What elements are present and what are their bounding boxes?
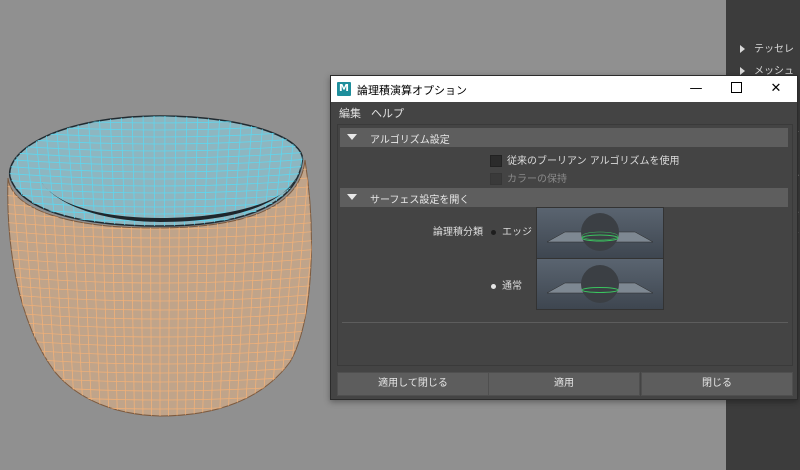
edge-preview-image[interactable] bbox=[536, 207, 664, 259]
normal-preview-image[interactable] bbox=[536, 258, 664, 310]
collapse-arrow-icon bbox=[347, 194, 357, 200]
checkbox-box[interactable] bbox=[490, 155, 502, 167]
close-button[interactable]: 閉じる bbox=[641, 372, 793, 396]
minimize-button[interactable]: — bbox=[677, 76, 715, 102]
menubar: 編集 ヘルプ bbox=[331, 102, 797, 122]
section-surface-settings[interactable]: サーフェス設定を開く bbox=[340, 188, 788, 207]
side-item-label: テッセレ bbox=[754, 44, 794, 55]
boolean-classification-label: 論理積分類 bbox=[433, 227, 483, 238]
dialog-footer: 適用して閉じる 適用 閉じる bbox=[331, 371, 797, 399]
options-content: アルゴリズム設定 従来のブーリアン アルゴリズムを使用 カラーの保持 サーフェス… bbox=[337, 124, 793, 366]
radio-normal[interactable]: 通常 bbox=[491, 277, 522, 292]
radio-dot[interactable] bbox=[491, 229, 496, 235]
radio-label: 通常 bbox=[502, 281, 522, 292]
apply-button[interactable]: 適用 bbox=[488, 372, 640, 396]
radio-edge[interactable]: エッジ bbox=[491, 223, 532, 238]
dialog-titlebar[interactable]: M 論理積演算オプション — ✕ bbox=[331, 76, 797, 102]
side-item-tessellation[interactable]: テッセレ bbox=[740, 40, 800, 58]
sphere-plane-normal-icon bbox=[546, 265, 654, 303]
sphere-plane-edge-icon bbox=[546, 213, 654, 251]
section-label: サーフェス設定を開く bbox=[370, 195, 470, 206]
section-label: アルゴリズム設定 bbox=[370, 135, 450, 146]
close-window-button[interactable]: ✕ bbox=[757, 76, 795, 102]
dialog-title: 論理積演算オプション bbox=[357, 84, 467, 97]
checkbox-label: 従来のブーリアン アルゴリズムを使用 bbox=[507, 156, 680, 167]
legacy-boolean-checkbox[interactable]: 従来のブーリアン アルゴリズムを使用 bbox=[490, 152, 680, 167]
maximize-button[interactable] bbox=[717, 76, 755, 102]
keep-color-checkbox[interactable]: カラーの保持 bbox=[490, 170, 567, 185]
expand-triangle-icon bbox=[740, 67, 745, 75]
checkbox-label: カラーの保持 bbox=[507, 174, 567, 185]
menu-help[interactable]: ヘルプ bbox=[371, 105, 404, 121]
expand-triangle-icon bbox=[740, 45, 745, 53]
maximize-icon bbox=[730, 82, 742, 93]
radio-dot-selected[interactable] bbox=[491, 283, 496, 289]
content-divider bbox=[342, 322, 788, 323]
boolean-options-dialog: M 論理積演算オプション — ✕ 編集 ヘルプ アルゴリズム設定 従来のブーリア… bbox=[330, 75, 798, 400]
maya-app-icon: M bbox=[337, 82, 351, 96]
radio-label: エッジ bbox=[502, 227, 532, 238]
checkbox-box[interactable] bbox=[490, 173, 502, 185]
menu-edit[interactable]: 編集 bbox=[339, 105, 361, 121]
section-algorithm-settings[interactable]: アルゴリズム設定 bbox=[340, 128, 788, 147]
collapse-arrow-icon bbox=[347, 134, 357, 140]
apply-and-close-button[interactable]: 適用して閉じる bbox=[337, 372, 489, 396]
